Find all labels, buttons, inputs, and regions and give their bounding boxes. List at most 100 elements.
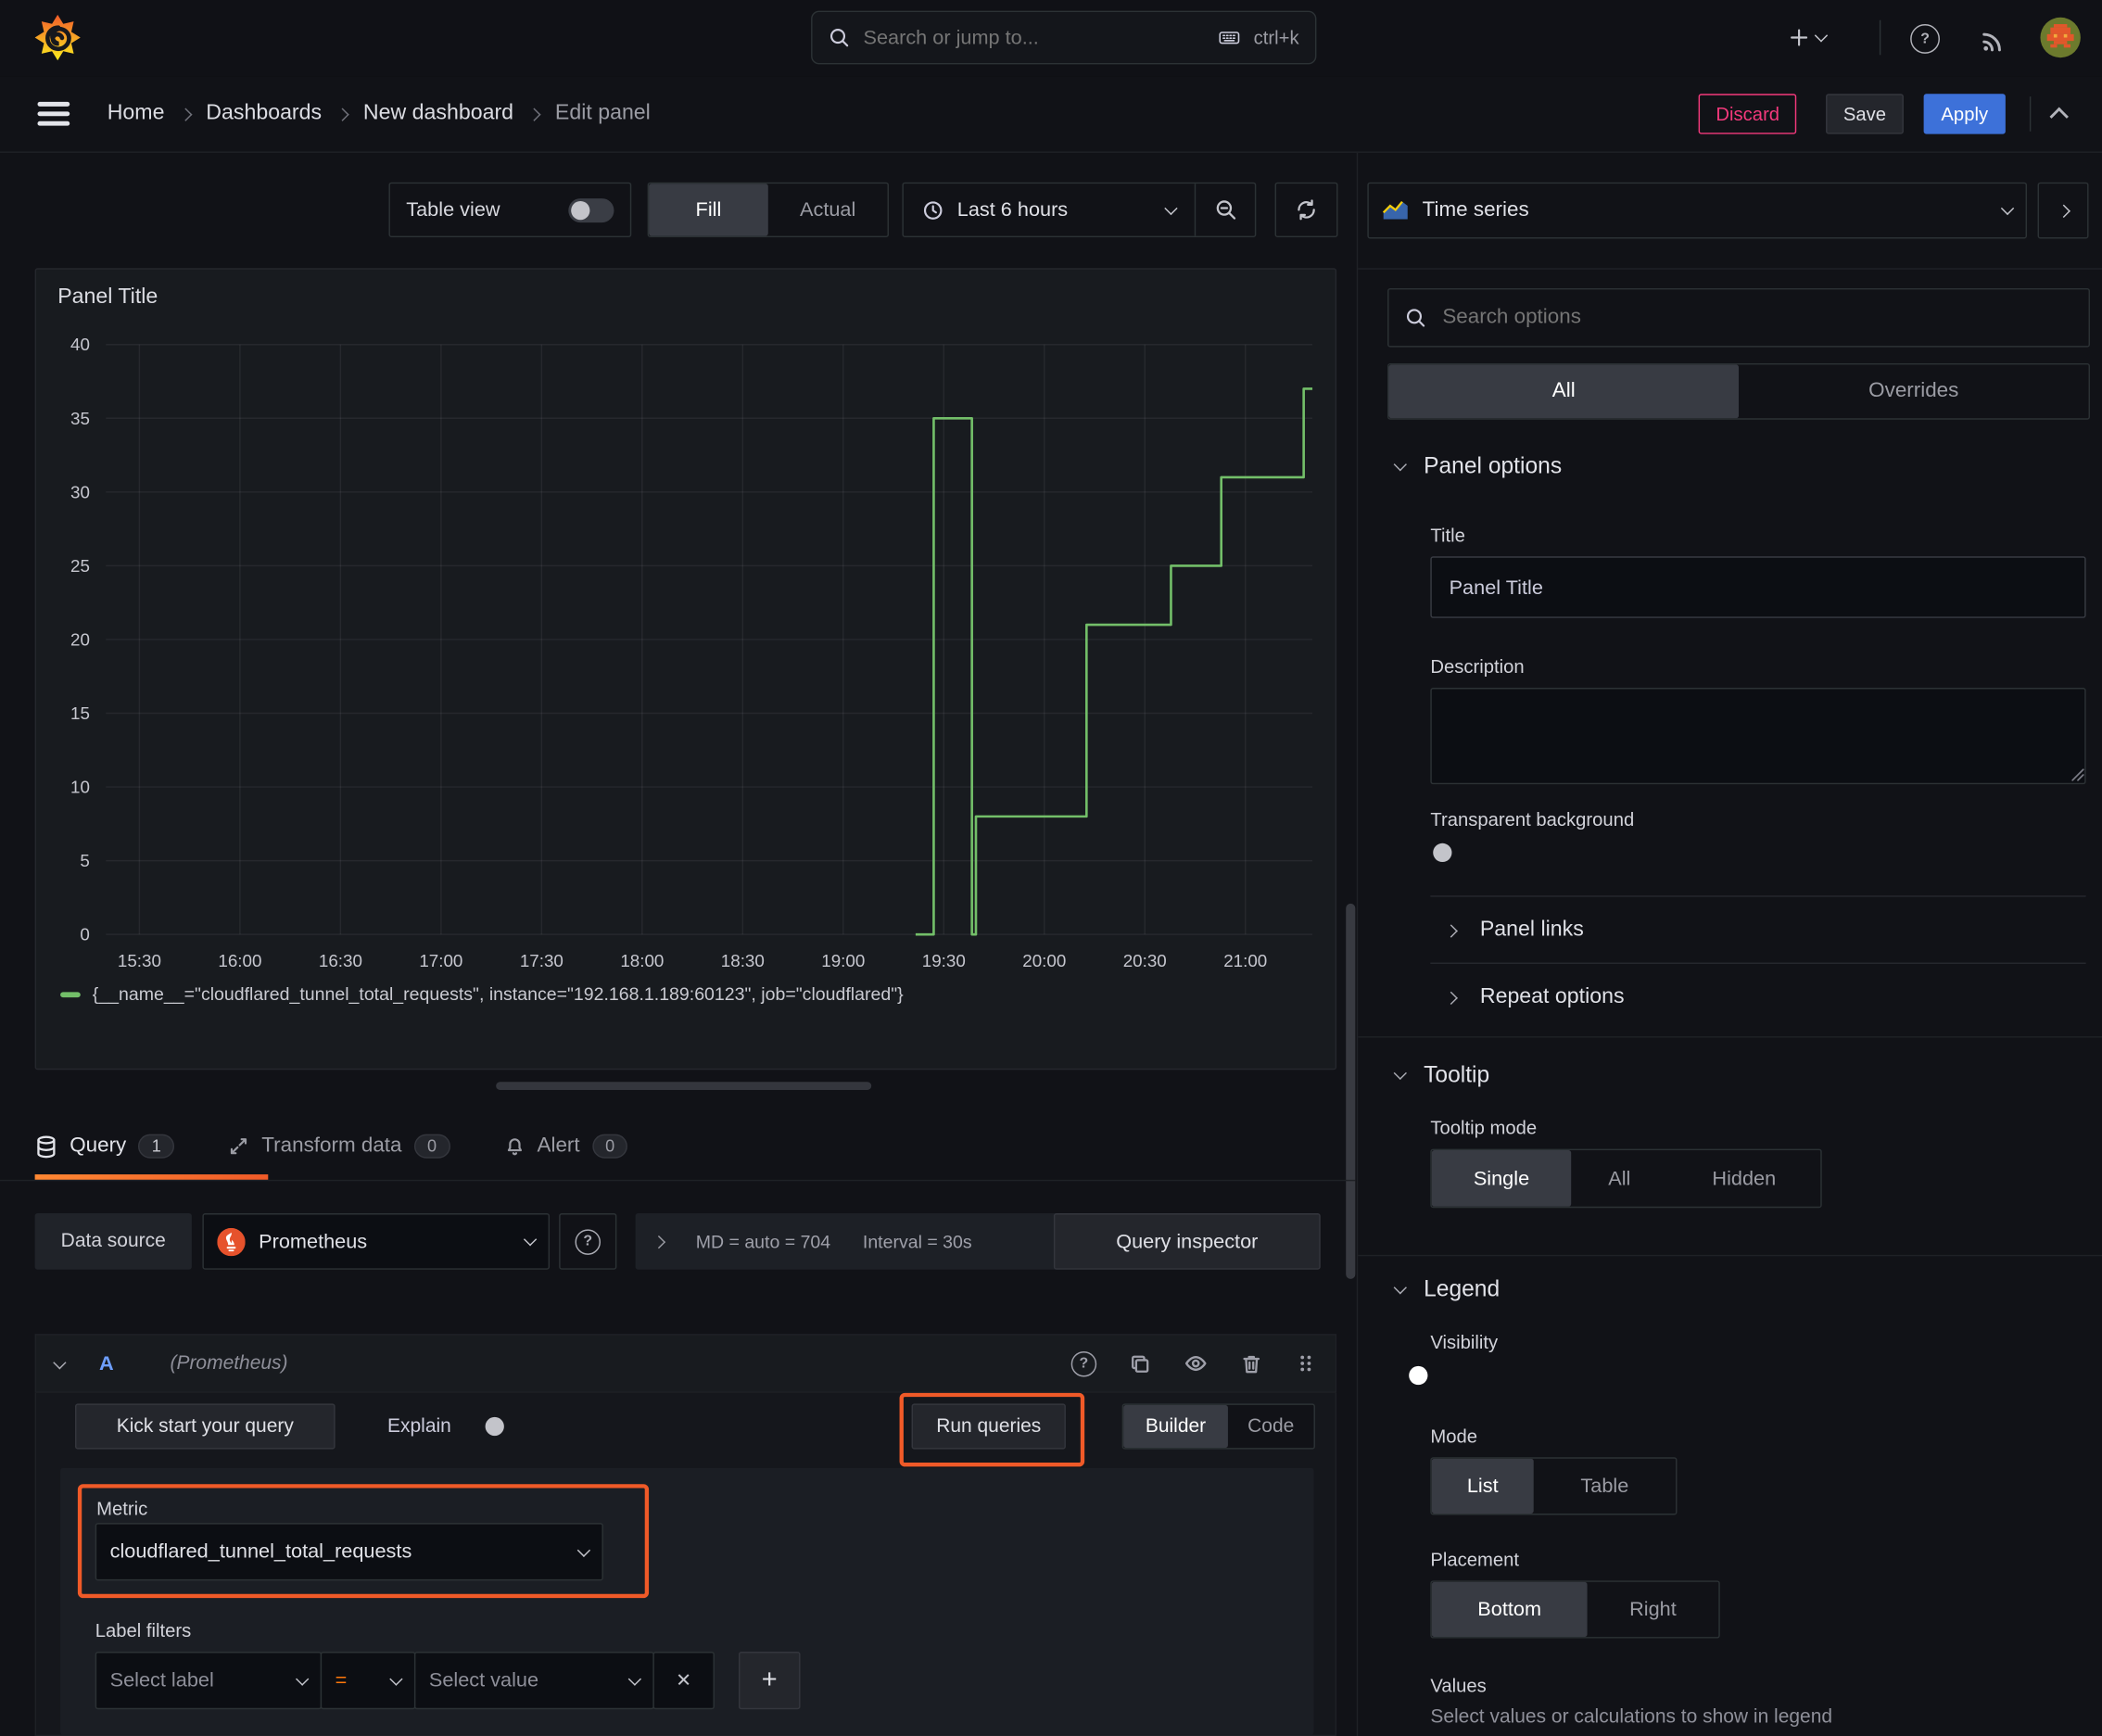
textarea-resize-icon[interactable] [2071, 768, 2084, 781]
label-filters-label: Label filters [95, 1619, 192, 1641]
collapse-options-icon[interactable] [2049, 107, 2069, 127]
save-button[interactable]: Save [1826, 94, 1904, 134]
actual-option[interactable]: Actual [768, 184, 888, 235]
breadcrumb-edit-panel: Edit panel [554, 101, 651, 125]
panel-title-input[interactable] [1430, 556, 2086, 618]
drag-handle-icon[interactable] [1295, 1352, 1316, 1374]
apply-button[interactable]: Apply [1923, 94, 2006, 134]
time-series-viz-icon [1382, 200, 1408, 219]
panel-links-section[interactable]: Panel links [1444, 910, 1584, 950]
transform-icon [231, 1138, 247, 1155]
query-row-body: Kick start your query Explain Run querie… [34, 1392, 1337, 1736]
duplicate-query-icon[interactable] [1129, 1352, 1152, 1375]
datasource-picker[interactable]: Prometheus [202, 1213, 551, 1270]
query-help-icon[interactable]: ? [1070, 1350, 1097, 1376]
fill-option[interactable]: Fill [649, 184, 768, 236]
svg-text:25: 25 [70, 556, 90, 576]
pane-resize-handle[interactable] [496, 1082, 872, 1090]
add-filter-button[interactable]: + [738, 1651, 801, 1710]
chevron-right-icon [652, 1235, 666, 1248]
panel-title[interactable]: Panel Title [36, 270, 1336, 310]
tab-overrides[interactable]: Overrides [1739, 364, 2089, 418]
tooltip-hidden-option[interactable]: Hidden [1667, 1150, 1820, 1207]
chevron-right-icon [2056, 203, 2070, 218]
tab-all[interactable]: All [1388, 364, 1740, 419]
breadcrumb-new-dashboard[interactable]: New dashboard [363, 102, 513, 126]
svg-text:30: 30 [70, 482, 90, 501]
chevron-down-icon [1393, 458, 1407, 472]
tooltip-header[interactable]: Tooltip [1393, 1055, 1489, 1095]
operator-value: = [335, 1668, 348, 1692]
mode-list-option[interactable]: List [1431, 1458, 1534, 1514]
metric-select[interactable]: cloudflared_tunnel_total_requests [95, 1523, 603, 1581]
options-search-box[interactable] [1387, 287, 2090, 348]
global-search-box[interactable]: ctrl+k [811, 10, 1317, 65]
legend-series-label[interactable]: {__name__="cloudflared_tunnel_total_requ… [93, 984, 904, 1005]
run-queries-button[interactable]: Run queries [911, 1403, 1066, 1450]
svg-text:18:30: 18:30 [721, 951, 765, 970]
query-ref-id[interactable]: A [99, 1352, 114, 1375]
toggle-viz-picker-button[interactable] [2037, 182, 2089, 239]
query-row-header[interactable]: A (Prometheus) ? [34, 1334, 1337, 1393]
global-search-input[interactable] [860, 24, 1206, 51]
refresh-button[interactable] [1274, 182, 1338, 238]
chart-legend[interactable]: {__name__="cloudflared_tunnel_total_requ… [60, 984, 904, 1005]
avatar[interactable] [2040, 17, 2081, 58]
delete-query-icon[interactable] [1240, 1352, 1263, 1375]
kickstart-query-button[interactable]: Kick start your query [74, 1403, 336, 1450]
panel-description-input[interactable] [1430, 688, 2086, 785]
tooltip-all-option[interactable]: All [1571, 1150, 1667, 1207]
tab-transform[interactable]: Transform data 0 [228, 1134, 450, 1159]
select-value-dropdown[interactable]: Select value [413, 1651, 654, 1710]
menu-toggle-button[interactable] [36, 99, 71, 129]
legend-header[interactable]: Legend [1393, 1270, 1500, 1310]
breadcrumb-dashboards[interactable]: Dashboards [206, 102, 322, 126]
visibility-label: Visibility [1430, 1331, 1499, 1353]
chart-panel: Panel Title 0 5 10 15 20 25 30 35 40 15:30 16:00 16… [34, 268, 1337, 1071]
grafana-logo[interactable] [34, 14, 81, 61]
select-label-dropdown[interactable]: Select label [95, 1651, 323, 1710]
collapse-query-icon[interactable] [53, 1355, 67, 1369]
query-options-collapsed[interactable]: MD = auto = 704 Interval = 30s [635, 1213, 1062, 1270]
mode-table-option[interactable]: Table [1534, 1459, 1676, 1514]
add-menu-button[interactable] [1789, 19, 1829, 56]
datasource-label-text: Data source [60, 1230, 166, 1252]
placement-right-option[interactable]: Right [1588, 1582, 1719, 1637]
all-overrides-tabs: All Overrides [1387, 362, 2090, 420]
breadcrumb-separator-icon [178, 107, 193, 121]
code-option[interactable]: Code [1228, 1405, 1314, 1448]
visualization-picker[interactable]: Time series [1367, 182, 2027, 239]
zoom-out-button[interactable] [1196, 184, 1255, 235]
placement-bottom-option[interactable]: Bottom [1431, 1581, 1588, 1638]
fill-actual-switch[interactable]: Fill Actual [647, 182, 889, 238]
repeat-options-section[interactable]: Repeat options [1444, 977, 1625, 1017]
help-icon[interactable]: ? [1910, 24, 1940, 54]
main-scrollbar[interactable] [1346, 903, 1356, 1279]
svg-text:17:00: 17:00 [419, 951, 462, 970]
divider [1430, 962, 2086, 964]
builder-option[interactable]: Builder [1123, 1404, 1228, 1449]
query-stats-md: MD = auto = 704 [695, 1231, 831, 1252]
legend-swatch [60, 991, 81, 997]
breadcrumb-home[interactable]: Home [108, 102, 165, 126]
breadcrumb: Home Dashboards New dashboard Edit panel [108, 76, 651, 151]
table-view-toggle[interactable] [568, 197, 614, 222]
chevron-down-icon [576, 1542, 591, 1557]
tab-alert[interactable]: Alert 0 [503, 1134, 628, 1159]
remove-filter-button[interactable]: ✕ [652, 1651, 715, 1710]
time-range-picker[interactable]: Last 6 hours [904, 184, 1195, 235]
tab-query[interactable]: Query 1 [35, 1134, 175, 1159]
options-search-input[interactable] [1439, 304, 2073, 332]
datasource-help-button[interactable]: ? [559, 1213, 617, 1270]
discard-button[interactable]: Discard [1698, 94, 1797, 134]
time-controls: Last 6 hours [902, 182, 1257, 238]
table-view-control[interactable]: Table view [388, 182, 632, 238]
operator-dropdown[interactable]: = [320, 1651, 416, 1710]
tooltip-single-option[interactable]: Single [1431, 1150, 1572, 1207]
time-series-chart[interactable]: 0 5 10 15 20 25 30 35 40 15:30 16:00 16:30 17:00 17:3… [47, 328, 1327, 971]
panel-options-header[interactable]: Panel options [1393, 447, 1562, 487]
builder-code-switch[interactable]: Builder Code [1121, 1403, 1315, 1450]
hide-query-icon[interactable] [1184, 1351, 1208, 1375]
news-rss-icon[interactable] [1980, 24, 2009, 54]
query-inspector-button[interactable]: Query inspector [1053, 1213, 1321, 1270]
